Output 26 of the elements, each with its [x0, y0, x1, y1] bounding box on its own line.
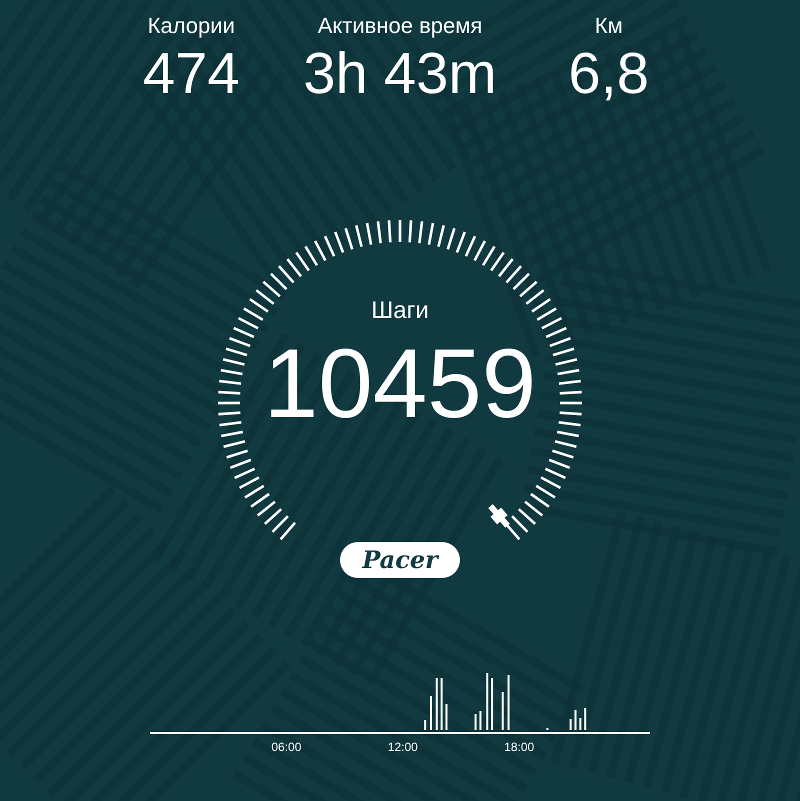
stat-label: Калории	[148, 12, 235, 40]
stat-label: Активное время	[318, 12, 482, 40]
activity-bar	[570, 719, 572, 730]
activity-bar	[491, 678, 494, 730]
stat-label: Км	[594, 12, 623, 40]
time-label: 18:00	[504, 739, 534, 756]
activity-bar	[579, 718, 582, 730]
activity-bar	[445, 704, 448, 730]
activity-bar	[584, 708, 586, 730]
activity-bar	[436, 678, 438, 730]
activity-bar	[474, 714, 477, 730]
activity-bar	[486, 673, 488, 730]
activity-bar	[508, 675, 510, 730]
stat-value: 474	[142, 40, 240, 108]
brand-badge: Pacer	[340, 542, 460, 578]
stat-value: 6,8	[568, 40, 650, 108]
stat-value: 3h 43m	[303, 40, 497, 108]
time-label: 06:00	[271, 739, 302, 756]
activity-bar	[479, 711, 482, 730]
activity-bar	[430, 696, 432, 730]
activity-bar	[424, 720, 426, 730]
activity-bar	[440, 678, 443, 730]
steps-label: Шаги	[371, 296, 429, 326]
time-label: 12:00	[388, 739, 418, 756]
steps-count: 10459	[264, 328, 536, 438]
activity-bar	[502, 692, 504, 730]
